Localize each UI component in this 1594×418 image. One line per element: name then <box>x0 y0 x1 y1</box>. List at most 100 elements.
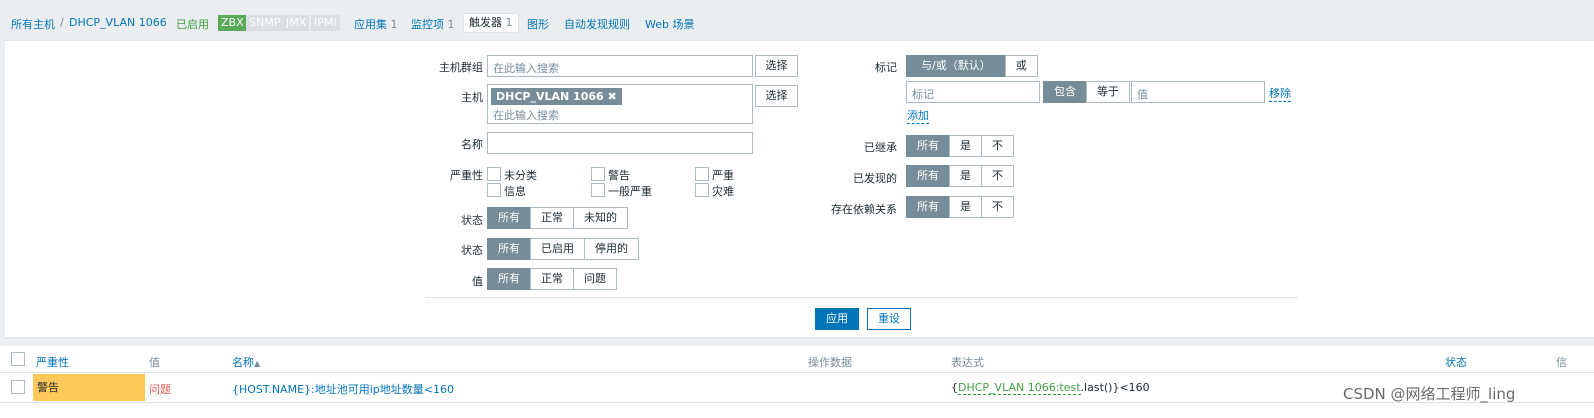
dependencies-yes-option[interactable]: 是 <box>949 196 982 218</box>
state-all-option[interactable]: 所有 <box>487 207 531 229</box>
inherited-label: 已继承 <box>864 141 897 154</box>
reset-button[interactable]: 重设 <box>867 308 911 330</box>
host-chip: DHCP_VLAN 1066 ✖ <box>491 88 622 105</box>
tag-operator-contains-option[interactable]: 包含 <box>1043 81 1087 103</box>
column-header-operational-data: 操作数据 <box>808 356 852 369</box>
column-header-name[interactable]: 名称▲ <box>232 354 260 370</box>
snmp-availability-badge: SNMP <box>246 15 284 31</box>
expression-item-link[interactable]: DHCP_VLAN 1066:test <box>958 381 1081 395</box>
watermark-text: CSDN @网络工程师_ling <box>1343 385 1516 403</box>
severity-average-checkbox[interactable] <box>591 183 605 197</box>
host-groups-label: 主机群组 <box>439 61 483 74</box>
host-select-button[interactable]: 选择 <box>755 85 798 107</box>
column-header-severity[interactable]: 严重性 <box>36 354 69 370</box>
discovered-no-option[interactable]: 不 <box>981 165 1014 187</box>
status-label: 状态 <box>461 244 483 257</box>
value-label: 值 <box>472 275 483 288</box>
dependencies-label: 存在依赖关系 <box>831 203 897 216</box>
breadcrumb-separator: / <box>60 16 64 29</box>
value-problem-option[interactable]: 问题 <box>573 268 617 290</box>
severity-not-classified-label: 未分类 <box>504 169 537 182</box>
value-radio-group: 所有 正常 问题 <box>487 268 617 290</box>
host-groups-input[interactable]: 在此输入搜索 <box>487 55 753 77</box>
host-groups-select-button[interactable]: 选择 <box>755 55 798 77</box>
host-navigation-bar: 所有主机 / DHCP_VLAN 1066 已启用 ZBX SNMP JMX I… <box>0 0 1594 40</box>
inherited-no-option[interactable]: 不 <box>981 135 1014 157</box>
column-header-info: 信 <box>1556 356 1567 369</box>
status-radio-group: 所有 已启用 停用的 <box>487 238 639 260</box>
state-label: 状态 <box>461 214 483 227</box>
value-all-option[interactable]: 所有 <box>487 268 531 290</box>
severity-information-checkbox[interactable] <box>487 183 501 197</box>
tag-remove-link[interactable]: 移除 <box>1269 85 1291 102</box>
value-ok-option[interactable]: 正常 <box>530 268 574 290</box>
tag-operator-radio-group: 包含 等于 <box>1043 81 1130 103</box>
status-disabled-option[interactable]: 停用的 <box>584 238 639 260</box>
discovered-all-option[interactable]: 所有 <box>906 165 950 187</box>
dependencies-radio-group: 所有 是 不 <box>906 196 1014 218</box>
filter-panel: 主机群组 在此输入搜索 选择 主机 DHCP_VLAN 1066 ✖ 在此输入搜… <box>5 40 1594 338</box>
tab-web-scenarios[interactable]: Web 场景 <box>645 16 694 32</box>
chip-remove-icon[interactable]: ✖ <box>608 90 617 103</box>
triggers-table: 严重性 值 名称▲ 操作数据 表达式 状态 信 警告 问题 {HOST.NAME… <box>0 346 1594 418</box>
jmx-availability-badge: JMX <box>283 15 310 31</box>
expression-cell: {DHCP_VLAN 1066:test.last()}<160 <box>951 381 1150 395</box>
dependencies-all-option[interactable]: 所有 <box>906 196 950 218</box>
zbx-availability-badge: ZBX <box>218 15 247 31</box>
apply-button[interactable]: 应用 <box>815 308 859 330</box>
tab-triggers[interactable]: 触发器 1 <box>463 13 519 33</box>
host-label: 主机 <box>461 91 483 104</box>
discovered-yes-option[interactable]: 是 <box>949 165 982 187</box>
tags-label: 标记 <box>875 61 897 74</box>
status-enabled-option[interactable]: 已启用 <box>530 238 585 260</box>
inherited-yes-option[interactable]: 是 <box>949 135 982 157</box>
state-normal-option[interactable]: 正常 <box>530 207 574 229</box>
column-header-value: 值 <box>149 356 160 369</box>
status-all-option[interactable]: 所有 <box>487 238 531 260</box>
severity-average-label: 一般严重 <box>608 185 652 198</box>
inherited-all-option[interactable]: 所有 <box>906 135 950 157</box>
tab-applications[interactable]: 应用集 1 <box>354 16 398 32</box>
tags-mode-and-or-option[interactable]: 与/或（默认） <box>906 55 1006 77</box>
severity-high-checkbox[interactable] <box>695 167 709 181</box>
tab-graphs[interactable]: 图形 <box>527 16 549 32</box>
state-radio-group: 所有 正常 未知的 <box>487 207 628 229</box>
tag-value-input[interactable]: 值 <box>1131 81 1265 103</box>
breadcrumb-host[interactable]: DHCP_VLAN 1066 <box>69 16 167 29</box>
breadcrumb-all-hosts[interactable]: 所有主机 <box>11 16 55 32</box>
tags-mode-radio-group: 与/或（默认） 或 <box>906 55 1038 77</box>
severity-label: 严重性 <box>450 169 483 182</box>
value-cell: 问题 <box>149 383 171 396</box>
ipmi-availability-badge: IPMI <box>311 15 340 31</box>
column-header-expression: 表达式 <box>951 356 984 369</box>
tag-add-link[interactable]: 添加 <box>907 107 929 124</box>
name-label: 名称 <box>461 138 483 151</box>
discovered-label: 已发现的 <box>853 172 897 185</box>
host-status-enabled[interactable]: 已启用 <box>176 16 209 32</box>
sort-ascending-icon: ▲ <box>254 359 261 368</box>
tag-operator-equals-option[interactable]: 等于 <box>1086 81 1130 103</box>
severity-warning-label: 警告 <box>608 169 630 182</box>
severity-disaster-label: 灾难 <box>712 185 734 198</box>
severity-warning-checkbox[interactable] <box>591 167 605 181</box>
column-header-status[interactable]: 状态 <box>1445 354 1467 370</box>
severity-information-label: 信息 <box>504 185 526 198</box>
inherited-radio-group: 所有 是 不 <box>906 135 1014 157</box>
discovered-radio-group: 所有 是 不 <box>906 165 1014 187</box>
host-input[interactable]: DHCP_VLAN 1066 ✖ 在此输入搜索 <box>487 84 753 124</box>
severity-disaster-checkbox[interactable] <box>695 183 709 197</box>
name-input[interactable] <box>487 132 753 154</box>
trigger-name-link[interactable]: {HOST.NAME}:地址池可用ip地址数量<160 <box>232 381 454 397</box>
dependencies-no-option[interactable]: 不 <box>981 196 1014 218</box>
severity-high-label: 严重 <box>712 169 734 182</box>
tags-mode-or-option[interactable]: 或 <box>1004 55 1038 77</box>
tab-items[interactable]: 监控项 1 <box>411 16 455 32</box>
tag-name-input[interactable]: 标记 <box>906 81 1040 103</box>
state-unknown-option[interactable]: 未知的 <box>573 207 628 229</box>
severity-cell: 警告 <box>33 374 145 401</box>
filter-divider <box>426 297 1298 298</box>
row-checkbox[interactable] <box>11 380 25 394</box>
select-all-checkbox[interactable] <box>11 352 25 366</box>
severity-not-classified-checkbox[interactable] <box>487 167 501 181</box>
tab-discovery-rules[interactable]: 自动发现规则 <box>564 16 630 32</box>
